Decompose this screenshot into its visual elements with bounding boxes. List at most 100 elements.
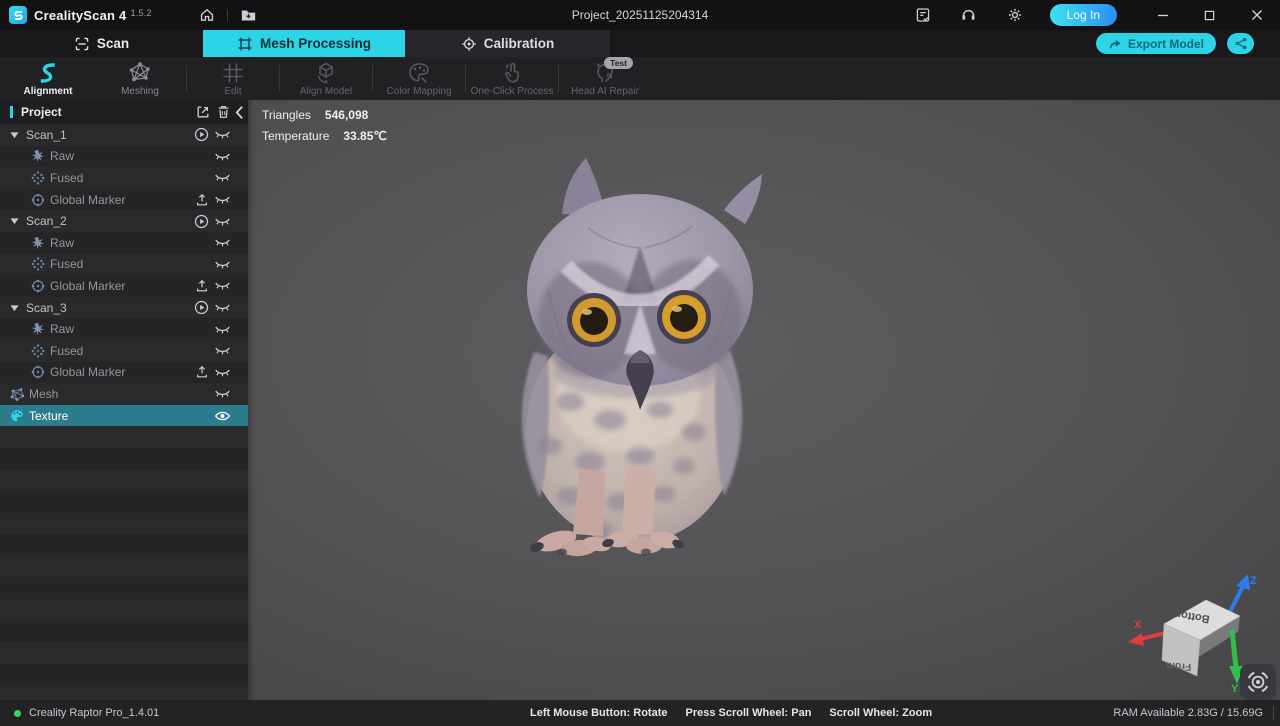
maximize-button[interactable] [1186, 0, 1233, 30]
tree-row-global-marker[interactable]: Global Marker [0, 189, 248, 211]
tree-row-label: Scan_1 [26, 128, 67, 142]
marker-icon [30, 365, 45, 380]
hint-rotate: Left Mouse Button: Rotate [530, 707, 667, 719]
fit-view-button[interactable] [1240, 664, 1276, 700]
eye-closed-icon[interactable] [214, 192, 231, 208]
tab-mesh-processing[interactable]: Mesh Processing [203, 30, 405, 57]
toolbar-item-alignment[interactable]: Alignment [2, 57, 94, 100]
process-icon[interactable] [193, 213, 210, 229]
tree-row-mesh[interactable]: Mesh [0, 383, 248, 405]
eye-closed-icon[interactable] [214, 300, 231, 316]
process-icon[interactable] [193, 300, 210, 316]
processing-toolbar: AlignmentMeshing Edit Align ModelColor Map… [0, 57, 1280, 100]
toolbar-item-label: Edit [224, 86, 241, 97]
tree-row-scan-3[interactable]: Scan_3 [0, 297, 248, 319]
viewport-canvas[interactable]: Triangles 546,098 Temperature 33.85℃ X Z… [248, 100, 1280, 700]
collapse-panel-icon [234, 105, 245, 120]
panel-title: Project [21, 105, 62, 119]
tree-row-raw[interactable]: Raw [0, 318, 248, 340]
share-button[interactable] [1227, 33, 1254, 54]
toolbar-item-label: One-Click Process [471, 86, 554, 97]
toolbar-item-head-ai-repair[interactable]: AITestHead AI Repair [559, 57, 651, 100]
toolbar-item-edit[interactable]: Edit [187, 57, 279, 100]
fused-icon [30, 257, 45, 272]
export-model-button[interactable]: Export Model [1096, 33, 1216, 54]
hint-zoom: Scroll Wheel: Zoom [829, 707, 932, 719]
caret-down-icon[interactable] [10, 216, 20, 226]
eye-closed-icon[interactable] [214, 235, 231, 251]
settings-gear-icon [1007, 7, 1023, 23]
head-ai-repair-icon: AITest [593, 61, 617, 85]
tree-row-label: Fused [50, 257, 83, 271]
project-tree: Scan_1RawFusedGlobal MarkerScan_2RawFuse… [0, 124, 248, 700]
tree-row-label: Global Marker [50, 279, 125, 293]
eye-closed-icon[interactable] [214, 343, 231, 359]
tree-row-fused[interactable]: Fused [0, 254, 248, 276]
eye-closed-icon[interactable] [214, 148, 231, 164]
toolbar-item-one-click-process[interactable]: One-Click Process [466, 57, 558, 100]
tree-empty-row [0, 448, 248, 470]
tree-row-global-marker[interactable]: Global Marker [0, 362, 248, 384]
upload-icon[interactable] [193, 364, 210, 380]
calibration-target-icon [461, 36, 477, 52]
settings-button[interactable] [1004, 4, 1026, 26]
status-bar: Creality Raptor Pro_1.4.01 Left Mouse Bu… [0, 700, 1280, 726]
collapse-panel-button[interactable] [231, 104, 247, 120]
eye-closed-icon[interactable] [214, 321, 231, 337]
home-button[interactable] [196, 4, 218, 26]
home-icon [199, 7, 215, 23]
title-bar: CrealityScan 4 1.5.2 Project_20251125204… [0, 0, 1280, 30]
toolbar-item-meshing[interactable]: Meshing [94, 57, 186, 100]
tab-scan[interactable]: Scan [0, 30, 203, 57]
tree-row-raw[interactable]: Raw [0, 232, 248, 254]
tree-row-scan-2[interactable]: Scan_2 [0, 210, 248, 232]
toolbar-item-color-mapping[interactable]: Color Mapping [373, 57, 465, 100]
raw-icon [30, 322, 45, 337]
project-panel: Project Scan_1RawFusedGlobal MarkerScan_… [0, 100, 248, 700]
tree-row-texture[interactable]: Texture [0, 405, 248, 427]
tree-row-label: Fused [50, 344, 83, 358]
raw-icon [30, 149, 45, 164]
temperature-value: 33.85℃ [343, 129, 387, 143]
test-badge: Test [604, 57, 633, 69]
eye-closed-icon[interactable] [214, 213, 231, 229]
raw-icon [30, 235, 45, 250]
import-project-icon [196, 105, 210, 119]
upload-icon[interactable] [193, 278, 210, 294]
caret-down-icon[interactable] [10, 130, 20, 140]
scan-frame-icon [74, 36, 90, 52]
tree-row-fused[interactable]: Fused [0, 340, 248, 362]
eye-closed-icon[interactable] [214, 386, 231, 402]
toolbar-item-align-model[interactable]: Align Model [280, 57, 372, 100]
import-project-button[interactable] [195, 104, 211, 120]
eye-closed-icon[interactable] [214, 278, 231, 294]
tree-empty-row [0, 621, 248, 643]
tree-row-raw[interactable]: Raw [0, 146, 248, 168]
eye-closed-icon[interactable] [214, 170, 231, 186]
eye-closed-icon[interactable] [214, 127, 231, 143]
eye-open-icon[interactable] [214, 408, 231, 424]
caret-down-icon[interactable] [10, 303, 20, 313]
statusbar-grip [1273, 706, 1274, 720]
export-model-label: Export Model [1128, 37, 1204, 51]
tree-row-global-marker[interactable]: Global Marker [0, 275, 248, 297]
upload-icon[interactable] [193, 192, 210, 208]
tree-empty-row [0, 664, 248, 686]
eye-closed-icon[interactable] [214, 256, 231, 272]
feedback-button[interactable] [912, 4, 934, 26]
support-button[interactable] [958, 4, 980, 26]
crealityscan-window: { "titlebar": { "app_name": "CrealitySca… [0, 0, 1280, 726]
fit-view-target-icon [1246, 670, 1270, 694]
process-icon[interactable] [193, 127, 210, 143]
tab-calibration-label: Calibration [484, 36, 555, 51]
close-button[interactable] [1233, 0, 1280, 30]
tab-calibration[interactable]: Calibration [405, 30, 610, 57]
delete-button[interactable] [215, 104, 231, 120]
tree-row-fused[interactable]: Fused [0, 167, 248, 189]
login-button[interactable]: Log In [1050, 4, 1117, 26]
minimize-button[interactable] [1139, 0, 1186, 30]
tree-row-scan-1[interactable]: Scan_1 [0, 124, 248, 146]
eye-closed-icon[interactable] [214, 364, 231, 380]
tree-empty-row [0, 534, 248, 556]
open-project-button[interactable] [237, 4, 259, 26]
